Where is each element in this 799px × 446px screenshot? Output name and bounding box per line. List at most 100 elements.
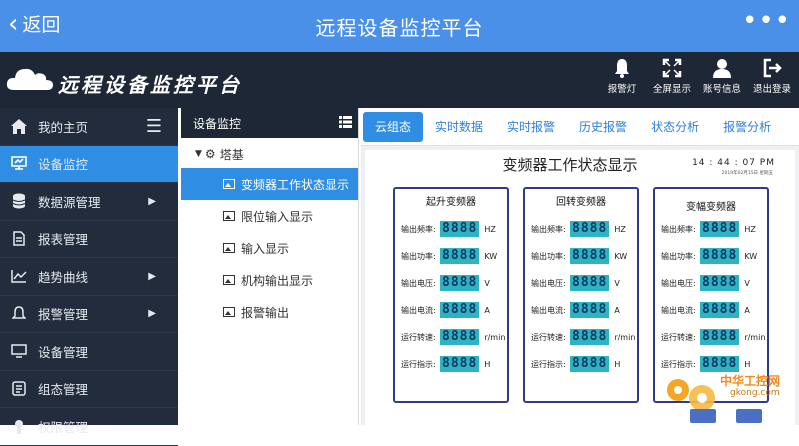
reading-row: 输出功率: 8888 KW — [401, 248, 497, 264]
reading-unit: V — [614, 278, 620, 288]
alarm-light-button[interactable]: 报警灯 — [599, 58, 645, 95]
reading-row: 运行指示: 8888 H — [401, 356, 490, 372]
image-icon — [223, 179, 235, 189]
reading-unit: HZ — [744, 224, 756, 234]
permission-icon — [10, 417, 28, 435]
reading-unit: r/min — [614, 332, 636, 342]
reading-label: 运行转速: — [401, 332, 436, 342]
fullscreen-icon — [662, 58, 682, 78]
fullscreen-button[interactable]: 全屏显示 — [649, 58, 695, 95]
reading-label: 输出电流: — [531, 305, 566, 315]
tree-root-node[interactable]: ▼ ⚙ 塔基 — [181, 140, 358, 168]
reading-unit: A — [744, 305, 750, 315]
tab-cloud-config[interactable]: 云组态 — [363, 111, 424, 142]
reading-unit: KW — [744, 251, 758, 261]
device-tree: 设备监控 ▼ ⚙ 塔基 变频器工作状态显示 限位输入显示 输入显示 机构输出显示… — [181, 108, 359, 425]
reading-row: 输出频率: 8888 HZ — [401, 221, 496, 237]
tree-node-label: 变频器工作状态显示 — [241, 177, 350, 192]
sidebar-item-home[interactable]: 我的主页 ☰ — [0, 108, 178, 146]
device-icon — [10, 342, 28, 360]
tree-node-alarm-output[interactable]: 报警输出 — [181, 296, 358, 328]
led-display: 8888 — [440, 275, 480, 291]
inverter-name: 起升变频器 — [426, 197, 476, 208]
config-icon — [10, 380, 28, 398]
cloud-logo-icon — [6, 68, 53, 90]
reading-unit: V — [484, 278, 490, 288]
reading-unit: r/min — [744, 332, 766, 342]
hamburger-menu-icon[interactable]: ☰ — [146, 116, 162, 137]
reading-row: 运行指示: 8888 H — [531, 356, 620, 372]
tab-alarm-analysis[interactable]: 报警分析 — [711, 112, 783, 142]
footer-button-right[interactable] — [736, 409, 762, 423]
reading-row: 输出电压: 8888 V — [661, 275, 750, 291]
led-display: 8888 — [570, 221, 610, 237]
reading-unit: A — [614, 305, 620, 315]
reading-row: 输出频率: 8888 HZ — [531, 221, 626, 237]
caret-right-icon: ▶ — [148, 308, 156, 320]
reading-label: 输出电压: — [531, 278, 566, 288]
alarm-light-label: 报警灯 — [607, 84, 637, 95]
reading-row: 输出电压: 8888 V — [531, 275, 620, 291]
bell-icon — [615, 59, 629, 78]
reading-unit: HZ — [484, 224, 496, 234]
more-menu-icon[interactable]: ••• — [742, 6, 791, 36]
sidebar-item-config[interactable]: 组态管理 — [0, 371, 178, 408]
sidebar-item-device-monitor[interactable]: 设备监控 — [0, 145, 178, 183]
inverter-name: 变幅变频器 — [686, 202, 736, 213]
reading-label: 输出电压: — [661, 278, 696, 288]
reading-row: 输出电流: 8888 A — [661, 302, 750, 318]
reading-label: 输出功率: — [531, 251, 566, 261]
sidebar-item-permission[interactable]: 权限管理 — [0, 408, 178, 446]
sidebar-item-device-manage[interactable]: 设备管理 — [0, 333, 178, 371]
tree-root-label: 塔基 — [219, 147, 244, 162]
sidebar-item-label: 趋势曲线 — [38, 269, 89, 285]
inverter-name: 回转变频器 — [556, 197, 606, 208]
tree-node-mechanism-output[interactable]: 机构输出显示 — [181, 264, 358, 296]
image-icon — [223, 211, 235, 221]
reading-label: 运行转速: — [661, 332, 696, 342]
account-info-label: 账号信息 — [702, 84, 741, 95]
reading-label: 输出电流: — [401, 305, 436, 315]
app-topbar: ‹ 返回 远程设备监控平台 ••• — [0, 0, 799, 52]
reading-unit: H — [614, 359, 621, 369]
tree-node-limit-input[interactable]: 限位输入显示 — [181, 200, 358, 232]
led-display: 8888 — [570, 275, 610, 291]
tab-history-alarm[interactable]: 历史报警 — [567, 112, 639, 142]
image-icon — [223, 275, 235, 285]
sidebar: 我的主页 ☰ 设备监控 数据源管理 ▶ 报表管理 趋势曲线 ▶ 报警管理 ▶ 设… — [0, 108, 178, 446]
sidebar-item-trend[interactable]: 趋势曲线 ▶ — [0, 258, 178, 296]
header-actions: 报警灯 全屏显示 账号信息 退出登录 — [599, 58, 799, 95]
tree-node-label: 限位输入显示 — [241, 209, 314, 224]
tree-node-inverter-status[interactable]: 变频器工作状态显示 — [181, 168, 358, 200]
tab-realtime-alarm[interactable]: 实时报警 — [495, 112, 567, 142]
reading-row: 运行转速: 8888 r/min — [661, 329, 765, 345]
clock-time: 14 : 44 : 07 PM — [692, 158, 775, 168]
account-info-button[interactable]: 账号信息 — [699, 58, 745, 95]
logout-label: 退出登录 — [752, 84, 791, 95]
chevron-down-icon: ▼ — [195, 149, 202, 159]
led-display: 8888 — [700, 302, 740, 318]
grid-view-icon[interactable] — [339, 116, 352, 128]
tree-node-input[interactable]: 输入显示 — [181, 232, 358, 264]
reading-row: 输出电流: 8888 A — [531, 302, 620, 318]
led-display: 8888 — [440, 302, 480, 318]
app-title: 远程设备监控平台 — [315, 16, 484, 40]
reading-label: 输出电流: — [661, 305, 696, 315]
sidebar-item-alarm[interactable]: 报警管理 ▶ — [0, 296, 178, 333]
logout-icon — [763, 58, 782, 78]
reading-row: 输出电流: 8888 A — [401, 302, 490, 318]
reading-label: 输出频率: — [661, 224, 696, 234]
reading-unit: KW — [484, 251, 498, 261]
led-display: 8888 — [440, 356, 480, 372]
tab-realtime-data[interactable]: 实时数据 — [423, 112, 495, 142]
reading-label: 输出频率: — [531, 224, 566, 234]
sidebar-item-report[interactable]: 报表管理 — [0, 221, 178, 258]
caret-right-icon: ▶ — [148, 195, 156, 207]
logout-button[interactable]: 退出登录 — [749, 58, 795, 95]
reading-label: 输出功率: — [401, 251, 436, 261]
led-display: 8888 — [700, 275, 740, 291]
footer-button-left[interactable] — [690, 409, 716, 423]
tab-status-analysis[interactable]: 状态分析 — [639, 112, 711, 142]
sidebar-item-datasource[interactable]: 数据源管理 ▶ — [0, 183, 178, 221]
home-icon — [10, 117, 28, 135]
